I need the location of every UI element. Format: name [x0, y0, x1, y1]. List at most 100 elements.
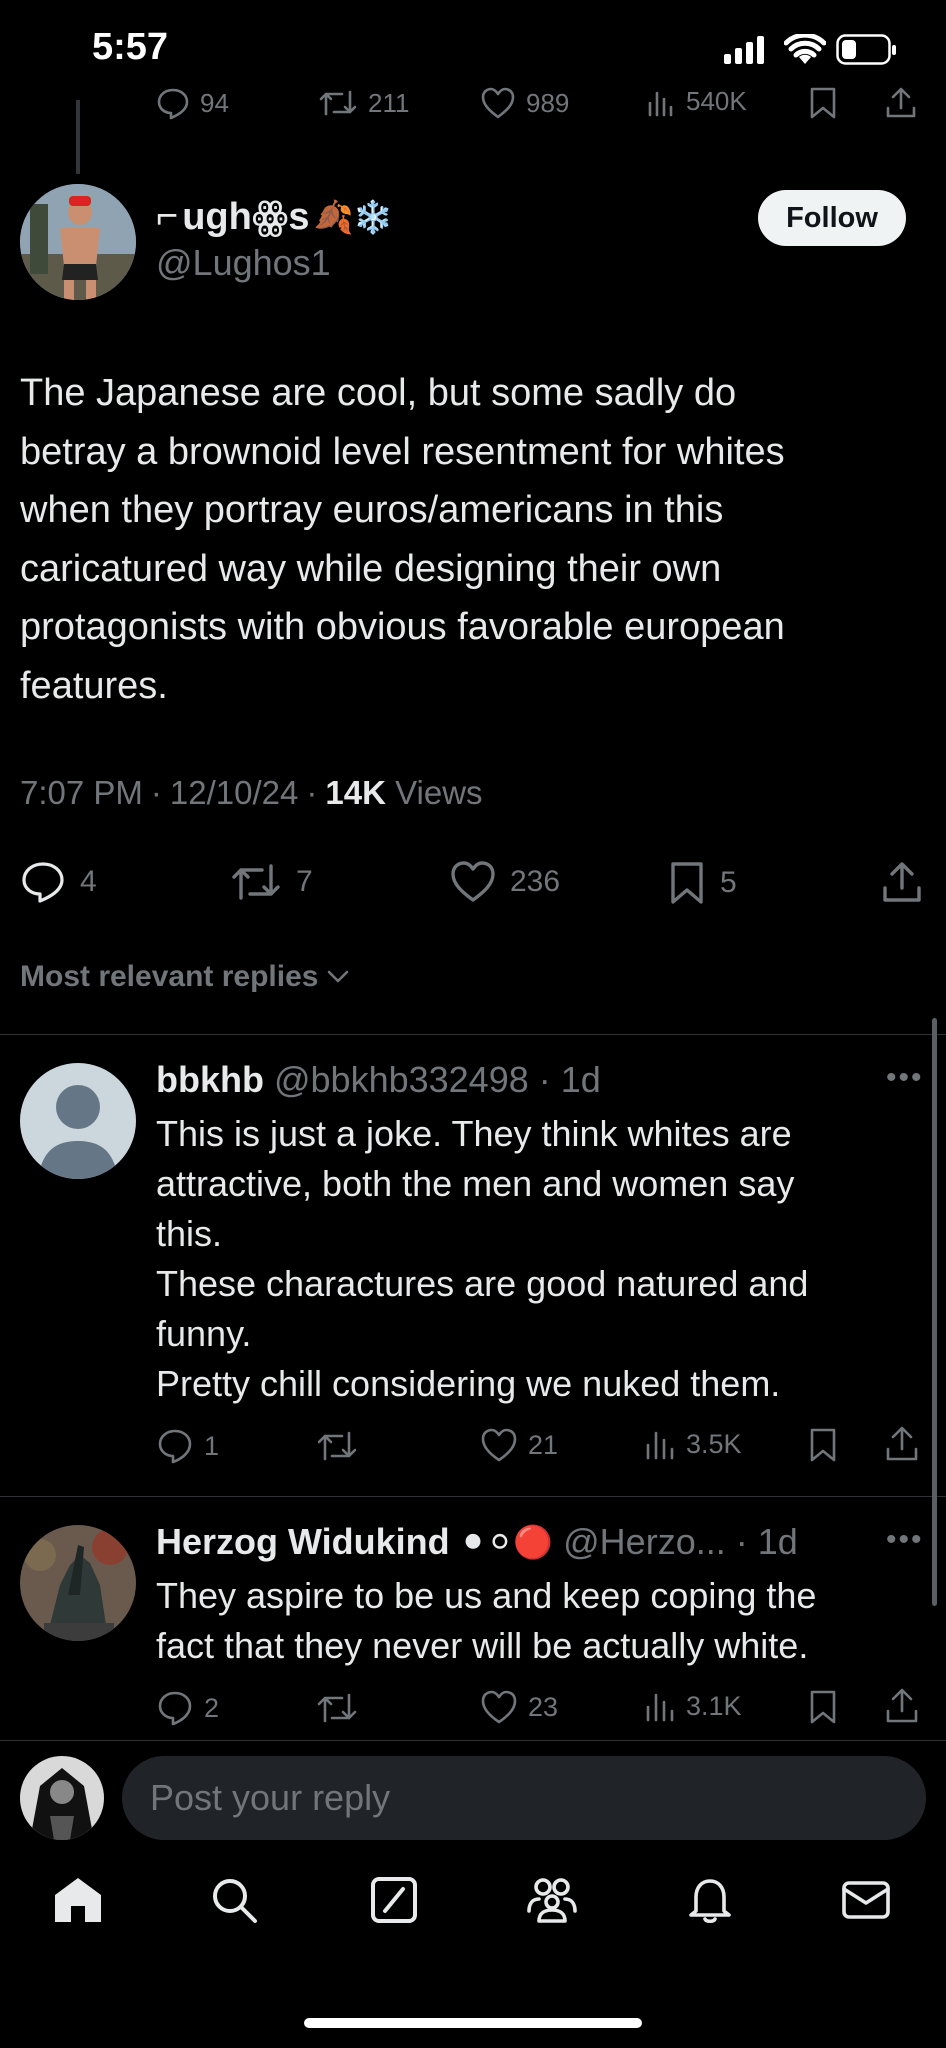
bell-icon — [689, 1879, 731, 1924]
reply-author-handle[interactable]: @bbkhb332498 — [274, 1059, 529, 1101]
prev-like-count: 989 — [526, 87, 570, 118]
grok-tab[interactable] — [364, 1870, 424, 1930]
reply-avatar-default[interactable] — [20, 1063, 136, 1179]
post-meta: 7:07 PM · 12/10/24 · 14K Views — [20, 774, 483, 812]
reply-author-emoji: ⚫⚪🔴 — [459, 1524, 554, 1560]
messages-tab[interactable] — [836, 1870, 896, 1930]
wifi-icon — [784, 34, 826, 66]
repost-count: 7 — [296, 865, 313, 898]
bookmark-button[interactable]: 5 — [668, 860, 737, 906]
reply-share-icon[interactable] — [884, 1425, 920, 1463]
reply-reply-button[interactable]: 1 — [156, 1427, 219, 1465]
prev-repost-count: 211 — [368, 87, 410, 118]
prev-views-count: 540K — [686, 86, 747, 116]
prev-share-icon[interactable] — [884, 86, 918, 120]
reply-like-button[interactable]: 21 — [480, 1427, 558, 1463]
share-icon — [883, 862, 921, 902]
more-options-icon[interactable]: ••• — [886, 1523, 924, 1557]
home-tab[interactable] — [48, 1870, 108, 1930]
scrollbar[interactable] — [932, 1018, 937, 1606]
bookmark-count: 5 — [720, 866, 737, 899]
post-date[interactable]: 12/10/24 — [170, 774, 298, 812]
post-time[interactable]: 7:07 PM — [20, 774, 143, 812]
my-avatar[interactable] — [20, 1756, 104, 1840]
post-text: The Japanese are cool, but some sadly do… — [20, 372, 785, 707]
reply-sort-label: Most relevant replies — [20, 960, 319, 993]
search-icon — [213, 1879, 257, 1923]
meta-separator: · — [306, 774, 318, 811]
reply-reply-count: 1 — [204, 1430, 220, 1461]
follow-button[interactable]: Follow — [758, 190, 906, 246]
reply-header: bbkhb @bbkhb332498 · 1d — [156, 1059, 601, 1101]
mail-icon — [842, 1881, 890, 1919]
reply-reply-count: 2 — [204, 1692, 220, 1723]
reply-input[interactable] — [122, 1756, 926, 1840]
prev-bookmark-icon[interactable] — [808, 86, 838, 120]
reply-sort-dropdown[interactable]: Most relevant replies — [20, 960, 350, 994]
prev-reply-button[interactable]: 94 — [156, 86, 229, 120]
notifications-tab[interactable] — [680, 1870, 740, 1930]
reply-header: Herzog Widukind ⚫⚪🔴 @Herzo... · 1d — [156, 1521, 798, 1563]
reply-count: 4 — [80, 865, 97, 898]
search-tab[interactable] — [204, 1870, 264, 1930]
author-display-name: ughꙮs — [182, 196, 310, 238]
previous-post-actions: 94 211 989 540K — [0, 86, 946, 130]
reply-like-button[interactable]: 23 — [480, 1689, 558, 1725]
bottom-tab-bar — [0, 1870, 946, 1960]
author-handle[interactable]: @Lughos1 — [156, 242, 331, 284]
reply-age: · 1d — [538, 1059, 601, 1100]
reply-repost-button[interactable] — [316, 1427, 358, 1465]
author-avatar[interactable] — [20, 184, 136, 300]
repost-icon — [232, 864, 280, 900]
prev-reply-count: 94 — [200, 87, 229, 118]
cellular-signal-icon — [724, 36, 766, 64]
post-views-label: Views — [395, 774, 483, 811]
heart-icon — [451, 861, 495, 902]
reply-repost-button[interactable] — [316, 1689, 358, 1727]
reply-author-name[interactable]: Herzog Widukind — [156, 1521, 450, 1563]
reply-author-handle[interactable]: @Herzo... — [563, 1521, 726, 1563]
reply-text: This is just a joke. They think whites a… — [156, 1113, 809, 1404]
reply-views-count: 3.1K — [686, 1690, 742, 1721]
flag-glyph-icon: ⌐ — [156, 195, 179, 237]
like-count: 236 — [510, 865, 561, 898]
prev-views-button[interactable]: 540K — [646, 86, 747, 117]
post-views-count: 14K — [325, 774, 386, 811]
meta-separator: · — [150, 774, 162, 811]
home-icon — [55, 1878, 101, 1922]
repost-button[interactable]: 7 — [230, 860, 313, 904]
share-button[interactable] — [880, 860, 924, 904]
communities-tab[interactable] — [522, 1870, 582, 1930]
grok-icon — [371, 1877, 417, 1923]
like-button[interactable]: 236 — [450, 860, 560, 904]
post-actions: 4 7 236 5 — [0, 854, 946, 914]
battery-icon — [836, 34, 898, 66]
reply-bookmark-icon[interactable] — [808, 1427, 838, 1463]
bookmark-icon — [671, 862, 703, 904]
prev-like-button[interactable]: 989 — [480, 86, 569, 120]
reply-icon — [22, 862, 64, 903]
reply-views-button[interactable]: 3.5K — [644, 1427, 742, 1461]
reply-text: They aspire to be us and keep coping the… — [156, 1575, 817, 1666]
reply-like-count: 21 — [528, 1429, 559, 1460]
status-time: 5:57 — [92, 26, 169, 68]
reply-reply-button[interactable]: 2 — [156, 1689, 219, 1727]
home-indicator[interactable] — [304, 2018, 642, 2028]
reply-button[interactable]: 4 — [20, 860, 97, 904]
reply-like-count: 23 — [528, 1691, 559, 1722]
reply-age: · 1d — [735, 1521, 798, 1562]
more-options-icon[interactable]: ••• — [886, 1061, 924, 1095]
reply-avatar-statue[interactable] — [20, 1525, 136, 1641]
chevron-down-icon — [328, 970, 349, 983]
reply-views-count: 3.5K — [686, 1428, 742, 1459]
reply-share-icon[interactable] — [884, 1687, 920, 1725]
author-name[interactable]: ⌐ ughꙮs 🍂❄️ — [156, 194, 393, 239]
communities-icon — [527, 1878, 577, 1923]
reply-author-name[interactable]: bbkhb — [156, 1059, 264, 1101]
reply-views-button[interactable]: 3.1K — [644, 1689, 742, 1723]
reply-item[interactable]: bbkhb @bbkhb332498 · 1d ••• This is just… — [0, 1035, 946, 1495]
reply-bookmark-icon[interactable] — [808, 1689, 838, 1725]
author-name-emoji: 🍂❄️ — [313, 198, 394, 235]
prev-repost-button[interactable]: 211 — [318, 86, 409, 120]
reply-item[interactable]: Herzog Widukind ⚫⚪🔴 @Herzo... · 1d ••• T… — [0, 1497, 946, 1737]
